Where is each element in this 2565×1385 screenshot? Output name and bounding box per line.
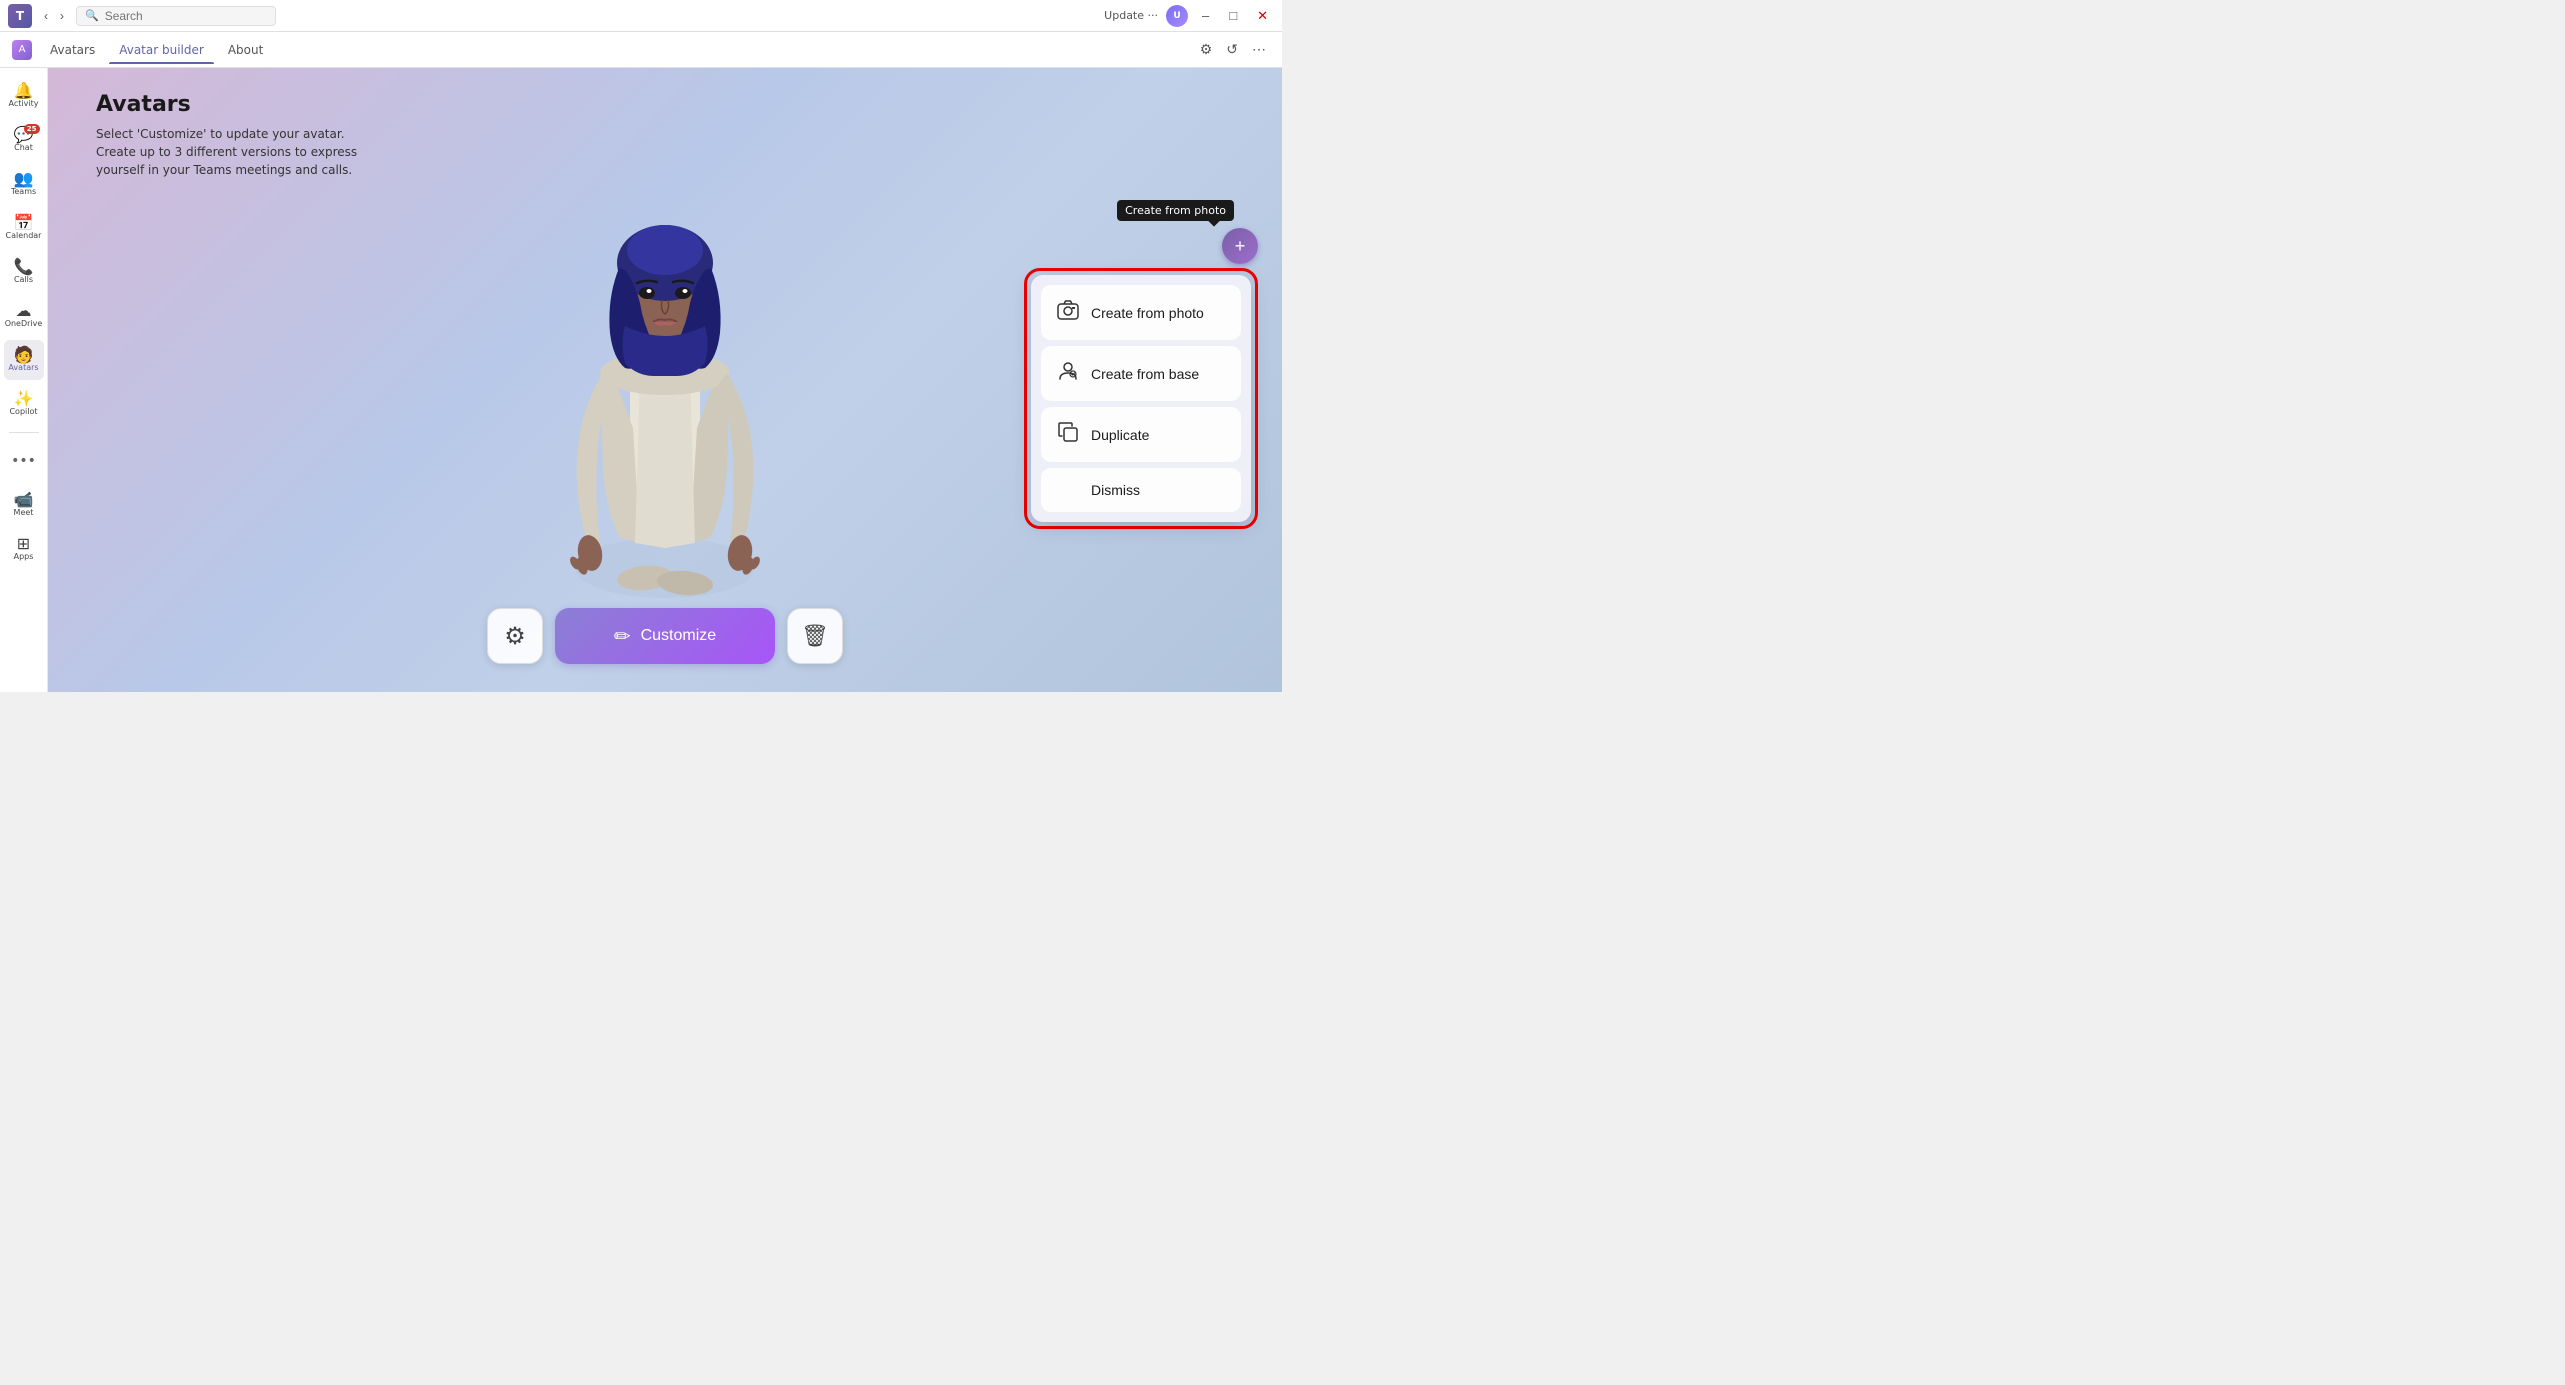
- settings-button[interactable]: ⚙: [487, 608, 543, 664]
- sidebar-item-chat[interactable]: 💬 Chat 25: [4, 120, 44, 160]
- sidebar-more-button[interactable]: •••: [4, 441, 44, 481]
- nav-arrows: ‹ ›: [40, 7, 68, 25]
- sidebar-label-chat: Chat: [14, 144, 33, 153]
- search-input[interactable]: [105, 9, 245, 23]
- copilot-icon: ✨: [14, 391, 34, 407]
- plus-icon: +: [1235, 236, 1246, 257]
- dismiss-button[interactable]: Dismiss: [1041, 468, 1241, 512]
- chat-badge: 25: [24, 124, 40, 134]
- duplicate-label: Duplicate: [1091, 427, 1149, 443]
- bottom-buttons: ⚙ ✏ Customize 🗑: [487, 608, 843, 664]
- duplicate-icon: [1057, 421, 1079, 448]
- create-from-photo-label: Create from photo: [1091, 305, 1204, 321]
- title-bar: T ‹ › 🔍 Update ··· U – □ ✕: [0, 0, 1282, 32]
- create-from-photo-button[interactable]: Create from photo: [1041, 285, 1241, 340]
- forward-button[interactable]: ›: [56, 7, 68, 25]
- sidebar-item-teams[interactable]: 👥 Teams: [4, 164, 44, 204]
- sidebar-label-activity: Activity: [9, 100, 39, 109]
- page-title: Avatars: [96, 92, 357, 117]
- tab-avatars[interactable]: Avatars: [40, 37, 105, 63]
- sidebar-item-apps[interactable]: ⊞ Apps: [4, 529, 44, 569]
- sidebar-label-avatars: Avatars: [8, 364, 38, 373]
- sidebar-item-calendar[interactable]: 📅 Calendar: [4, 208, 44, 248]
- main-layout: 🔔 Activity 💬 Chat 25 👥 Teams 📅 Calendar …: [0, 68, 1282, 692]
- page-description: Select 'Customize' to update your avatar…: [96, 125, 357, 179]
- popup-menu-wrapper: Create from photo +: [1024, 228, 1258, 529]
- page-header: Avatars Select 'Customize' to update you…: [96, 92, 357, 179]
- sidebar-label-meet: Meet: [14, 509, 34, 518]
- sidebar-divider: [9, 432, 39, 433]
- more-tab-button[interactable]: ⋯: [1248, 39, 1270, 60]
- customize-label: Customize: [641, 627, 717, 645]
- calendar-icon: 📅: [14, 215, 34, 231]
- popup-menu: Create from photo Create from: [1031, 275, 1251, 522]
- desc-line2: Create up to 3 different versions to exp…: [96, 143, 357, 161]
- search-bar: 🔍: [76, 6, 276, 26]
- meet-icon: 📹: [14, 492, 34, 508]
- customize-button[interactable]: ✏ Customize: [555, 608, 775, 664]
- popup-tooltip: Create from photo: [1117, 200, 1234, 221]
- tab-bar-actions: ⚙ ↺ ⋯: [1196, 39, 1270, 60]
- delete-icon: 🗑: [801, 623, 829, 649]
- delete-button[interactable]: 🗑: [787, 608, 843, 664]
- update-label: Update ···: [1104, 9, 1158, 22]
- desc-line3: yourself in your Teams meetings and call…: [96, 161, 357, 179]
- content-area: Avatars Select 'Customize' to update you…: [48, 68, 1282, 692]
- more-icon: •••: [11, 453, 36, 469]
- create-from-base-label: Create from base: [1091, 366, 1199, 382]
- create-from-base-button[interactable]: Create from base: [1041, 346, 1241, 401]
- sidebar-item-activity[interactable]: 🔔 Activity: [4, 76, 44, 116]
- back-button[interactable]: ‹: [40, 7, 52, 25]
- tab-about[interactable]: About: [218, 37, 273, 63]
- title-bar-right: Update ··· U – □ ✕: [1104, 5, 1274, 27]
- sidebar-item-onedrive[interactable]: ☁ OneDrive: [4, 296, 44, 336]
- tab-bar: A Avatars Avatar builder About ⚙ ↺ ⋯: [0, 32, 1282, 68]
- teams-icon: 👥: [14, 171, 34, 187]
- sidebar-item-copilot[interactable]: ✨ Copilot: [4, 384, 44, 424]
- search-icon: 🔍: [85, 9, 99, 22]
- teams-logo: T: [8, 4, 32, 28]
- settings-icon: ⚙: [504, 622, 526, 651]
- onedrive-icon: ☁: [16, 303, 32, 319]
- popup-border: Create from photo Create from: [1024, 268, 1258, 529]
- sidebar-item-avatars[interactable]: 🧑 Avatars: [4, 340, 44, 380]
- sidebar-item-calls[interactable]: 📞 Calls: [4, 252, 44, 292]
- dismiss-label: Dismiss: [1091, 482, 1140, 498]
- settings-tab-button[interactable]: ⚙: [1196, 39, 1217, 60]
- sidebar-label-apps: Apps: [14, 553, 34, 562]
- sidebar: 🔔 Activity 💬 Chat 25 👥 Teams 📅 Calendar …: [0, 68, 48, 692]
- avatar-container: [505, 128, 825, 688]
- apps-icon: ⊞: [17, 536, 30, 552]
- sidebar-item-meet[interactable]: 📹 Meet: [4, 485, 44, 525]
- duplicate-button[interactable]: Duplicate: [1041, 407, 1241, 462]
- sidebar-label-calls: Calls: [14, 276, 33, 285]
- activity-icon: 🔔: [14, 83, 34, 99]
- close-button[interactable]: ✕: [1251, 6, 1274, 26]
- sidebar-label-calendar: Calendar: [6, 232, 42, 241]
- sidebar-label-copilot: Copilot: [9, 408, 37, 417]
- desc-line1: Select 'Customize' to update your avatar…: [96, 125, 357, 143]
- title-bar-left: T ‹ › 🔍: [8, 4, 276, 28]
- tab-avatar-builder[interactable]: Avatar builder: [109, 37, 214, 63]
- avatar-figure: [525, 148, 805, 668]
- camera-icon: [1057, 299, 1079, 326]
- add-avatar-button[interactable]: +: [1222, 228, 1258, 264]
- minimize-button[interactable]: –: [1196, 6, 1215, 25]
- restore-button[interactable]: □: [1223, 6, 1243, 25]
- avatar-base-icon: [1057, 360, 1079, 387]
- refresh-tab-button[interactable]: ↺: [1222, 39, 1242, 60]
- add-btn-area: +: [1024, 228, 1258, 264]
- app-icon: A: [12, 40, 32, 60]
- user-avatar[interactable]: U: [1166, 5, 1188, 27]
- sidebar-label-teams: Teams: [11, 188, 36, 197]
- customize-icon: ✏: [614, 624, 631, 649]
- calls-icon: 📞: [14, 259, 34, 275]
- sidebar-label-onedrive: OneDrive: [5, 320, 43, 329]
- avatars-icon: 🧑: [14, 347, 34, 363]
